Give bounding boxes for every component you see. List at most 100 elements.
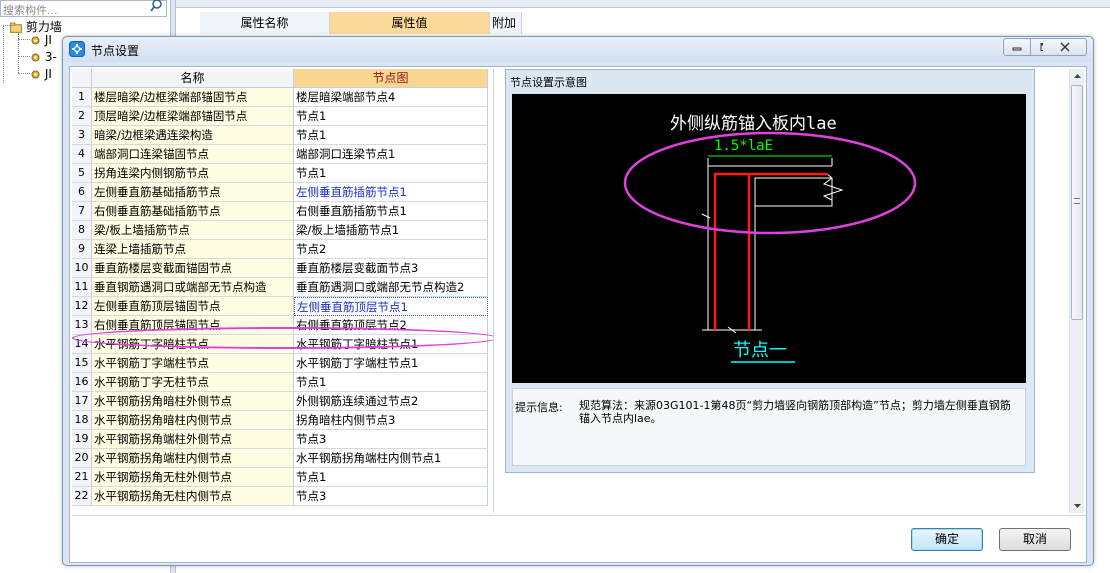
node-value-cell[interactable]: 水平钢筋丁字暗柱节点1 — [294, 335, 488, 354]
table-row[interactable]: 13 右侧垂直筋顶层锚固节点 右侧垂直筋顶层节点2 — [72, 316, 488, 335]
table-row[interactable]: 3 暗梁/边框梁遇连梁构造 节点1 — [72, 126, 488, 145]
dialog-titlebar[interactable]: 节点设置 — [63, 37, 1093, 62]
row-index: 9 — [72, 240, 92, 259]
tree-item[interactable]: JI — [30, 33, 52, 47]
row-index: 14 — [72, 335, 92, 354]
node-diagram: 1.5*laE 外侧纵筋锚入板内lae 节点一 — [512, 94, 1026, 383]
node-name-cell[interactable]: 水平钢筋拐角端柱外侧节点 — [92, 430, 294, 449]
node-name-cell[interactable]: 暗梁/边框梁遇连梁构造 — [92, 126, 294, 145]
node-value-cell[interactable]: 拐角暗柱内侧节点3 — [294, 411, 488, 430]
node-value-cell[interactable]: 水平钢筋丁字端柱节点1 — [294, 354, 488, 373]
node-value-cell[interactable]: 节点1 — [294, 373, 488, 392]
tree-item[interactable]: JI — [30, 67, 52, 81]
search-input[interactable]: 搜索构件... — [3, 2, 58, 18]
node-name-cell[interactable]: 连梁上墙插筋节点 — [92, 240, 294, 259]
row-index: 19 — [72, 430, 92, 449]
node-name-cell[interactable]: 端部洞口连梁锚固节点 — [92, 145, 294, 164]
node-name-cell[interactable]: 垂直钢筋遇洞口或端部无节点构造 — [92, 278, 294, 297]
grid-header-name: 名称 — [92, 69, 294, 88]
table-row[interactable]: 10 垂直筋楼层变截面锚固节点 垂直筋楼层变截面节点3 — [72, 259, 488, 278]
table-row[interactable]: 17 水平钢筋拐角暗柱外侧节点 外侧钢筋连续通过节点2 — [72, 392, 488, 411]
table-row[interactable]: 6 左侧垂直筋基础插筋节点 左侧垂直筋插筋节点1 — [72, 183, 488, 202]
node-value-cell[interactable]: 外侧钢筋连续通过节点2 — [294, 392, 488, 411]
tree-item-label: JI — [44, 33, 52, 47]
table-row[interactable]: 15 水平钢筋丁字端柱节点 水平钢筋丁字端柱节点1 — [72, 354, 488, 373]
node-name-cell[interactable]: 水平钢筋丁字无柱节点 — [92, 373, 294, 392]
property-value-header: 属性值 — [330, 12, 490, 34]
node-value-cell[interactable]: 节点1 — [294, 107, 488, 126]
scroll-down-icon[interactable] — [1070, 498, 1085, 513]
node-name-cell[interactable]: 拐角连梁内侧钢筋节点 — [92, 164, 294, 183]
tree-item-label: 3- — [44, 50, 57, 64]
tree-item[interactable]: 3- — [30, 50, 57, 64]
table-row[interactable]: 5 拐角连梁内侧钢筋节点 节点1 — [72, 164, 488, 183]
tree-item-label: JI — [44, 67, 52, 81]
node-value-cell[interactable]: 节点1 — [294, 164, 488, 183]
table-row[interactable]: 19 水平钢筋拐角端柱外侧节点 节点3 — [72, 430, 488, 449]
node-value-cell[interactable]: 左侧垂直筋顶层节点1 — [294, 297, 488, 316]
node-name-cell[interactable]: 水平钢筋丁字暗柱节点 — [92, 335, 294, 354]
node-name-cell[interactable]: 右侧垂直筋顶层锚固节点 — [92, 316, 294, 335]
property-toolbar — [176, 0, 1110, 8]
table-row[interactable]: 4 端部洞口连梁锚固节点 端部洞口连梁节点1 — [72, 145, 488, 164]
node-name-cell[interactable]: 水平钢筋拐角无柱内侧节点 — [92, 487, 294, 506]
node-name-cell[interactable]: 右侧垂直筋基础插筋节点 — [92, 202, 294, 221]
table-row[interactable]: 12 左侧垂直筋顶层锚固节点 左侧垂直筋顶层节点1 — [72, 297, 488, 316]
row-index: 5 — [72, 164, 92, 183]
close-button[interactable] — [1043, 38, 1087, 56]
gear-icon — [31, 36, 40, 45]
node-value-cell[interactable]: 端部洞口连梁节点1 — [294, 145, 488, 164]
node-value-cell[interactable]: 垂直筋遇洞口或端部无节点构造2 — [294, 278, 488, 297]
table-row[interactable]: 8 梁/板上墙插筋节点 梁/板上墙插筋节点1 — [72, 221, 488, 240]
tree-item-label: 剪力墙 — [25, 20, 62, 34]
ok-button[interactable]: 确定 — [911, 528, 983, 551]
node-name-cell[interactable]: 梁/板上墙插筋节点 — [92, 221, 294, 240]
row-index: 3 — [72, 126, 92, 145]
scroll-up-icon[interactable] — [1070, 69, 1085, 84]
node-value-cell[interactable]: 左侧垂直筋插筋节点1 — [294, 183, 488, 202]
node-value-cell[interactable]: 节点1 — [294, 468, 488, 487]
node-name-cell[interactable]: 楼层暗梁/边框梁端部锚固节点 — [92, 88, 294, 107]
node-value-cell[interactable]: 梁/板上墙插筋节点1 — [294, 221, 488, 240]
table-row[interactable]: 22 水平钢筋拐角无柱内侧节点 节点3 — [72, 487, 488, 506]
node-name-cell[interactable]: 左侧垂直筋顶层锚固节点 — [92, 297, 294, 316]
row-index: 17 — [72, 392, 92, 411]
table-row[interactable]: 16 水平钢筋丁字无柱节点 节点1 — [72, 373, 488, 392]
node-value-cell[interactable]: 垂直筋楼层变截面节点3 — [294, 259, 488, 278]
cancel-button[interactable]: 取消 — [999, 528, 1071, 551]
minimize-button[interactable] — [1003, 38, 1031, 56]
diagram-node-label: 节点一 — [733, 340, 787, 361]
search-box[interactable]: 搜索构件... — [0, 0, 167, 17]
table-row[interactable]: 7 右侧垂直筋基础插筋节点 右侧垂直筋插筋节点1 — [72, 202, 488, 221]
node-name-cell[interactable]: 水平钢筋拐角暗柱外侧节点 — [92, 392, 294, 411]
table-row[interactable]: 20 水平钢筋拐角端柱内侧节点 水平钢筋拐角端柱内侧节点1 — [72, 449, 488, 468]
table-row[interactable]: 18 水平钢筋拐角暗柱内侧节点 拐角暗柱内侧节点3 — [72, 411, 488, 430]
table-row[interactable]: 14 水平钢筋丁字暗柱节点 水平钢筋丁字暗柱节点1 — [72, 335, 488, 354]
table-row[interactable]: 9 连梁上墙插筋节点 节点2 — [72, 240, 488, 259]
node-value-cell[interactable]: 楼层暗梁端部节点4 — [294, 88, 488, 107]
node-value-cell[interactable]: 右侧垂直筋顶层节点2 — [294, 316, 488, 335]
search-icon[interactable] — [150, 0, 163, 12]
table-row[interactable]: 21 水平钢筋拐角无柱外侧节点 节点1 — [72, 468, 488, 487]
row-index: 18 — [72, 411, 92, 430]
node-value-cell[interactable]: 节点2 — [294, 240, 488, 259]
node-value-cell[interactable]: 右侧垂直筋插筋节点1 — [294, 202, 488, 221]
node-name-cell[interactable]: 顶层暗梁/边框梁端部锚固节点 — [92, 107, 294, 126]
node-name-cell[interactable]: 左侧垂直筋基础插筋节点 — [92, 183, 294, 202]
node-name-cell[interactable]: 水平钢筋丁字端柱节点 — [92, 354, 294, 373]
table-row[interactable]: 1 楼层暗梁/边框梁端部锚固节点 楼层暗梁端部节点4 — [72, 88, 488, 107]
table-row[interactable]: 2 顶层暗梁/边框梁端部锚固节点 节点1 — [72, 107, 488, 126]
scroll-thumb[interactable] — [1071, 85, 1083, 320]
node-value-cell[interactable]: 节点1 — [294, 126, 488, 145]
table-row[interactable]: 11 垂直钢筋遇洞口或端部无节点构造 垂直筋遇洞口或端部无节点构造2 — [72, 278, 488, 297]
node-name-cell[interactable]: 水平钢筋拐角无柱外侧节点 — [92, 468, 294, 487]
close-icon — [1060, 42, 1069, 52]
node-name-cell[interactable]: 水平钢筋拐角暗柱内侧节点 — [92, 411, 294, 430]
node-value-cell[interactable]: 节点3 — [294, 430, 488, 449]
node-value-cell[interactable]: 水平钢筋拐角端柱内侧节点1 — [294, 449, 488, 468]
vertical-scrollbar[interactable] — [1069, 69, 1084, 513]
row-index: 1 — [72, 88, 92, 107]
node-name-cell[interactable]: 水平钢筋拐角端柱内侧节点 — [92, 449, 294, 468]
node-name-cell[interactable]: 垂直筋楼层变截面锚固节点 — [92, 259, 294, 278]
node-value-cell[interactable]: 节点3 — [294, 487, 488, 506]
